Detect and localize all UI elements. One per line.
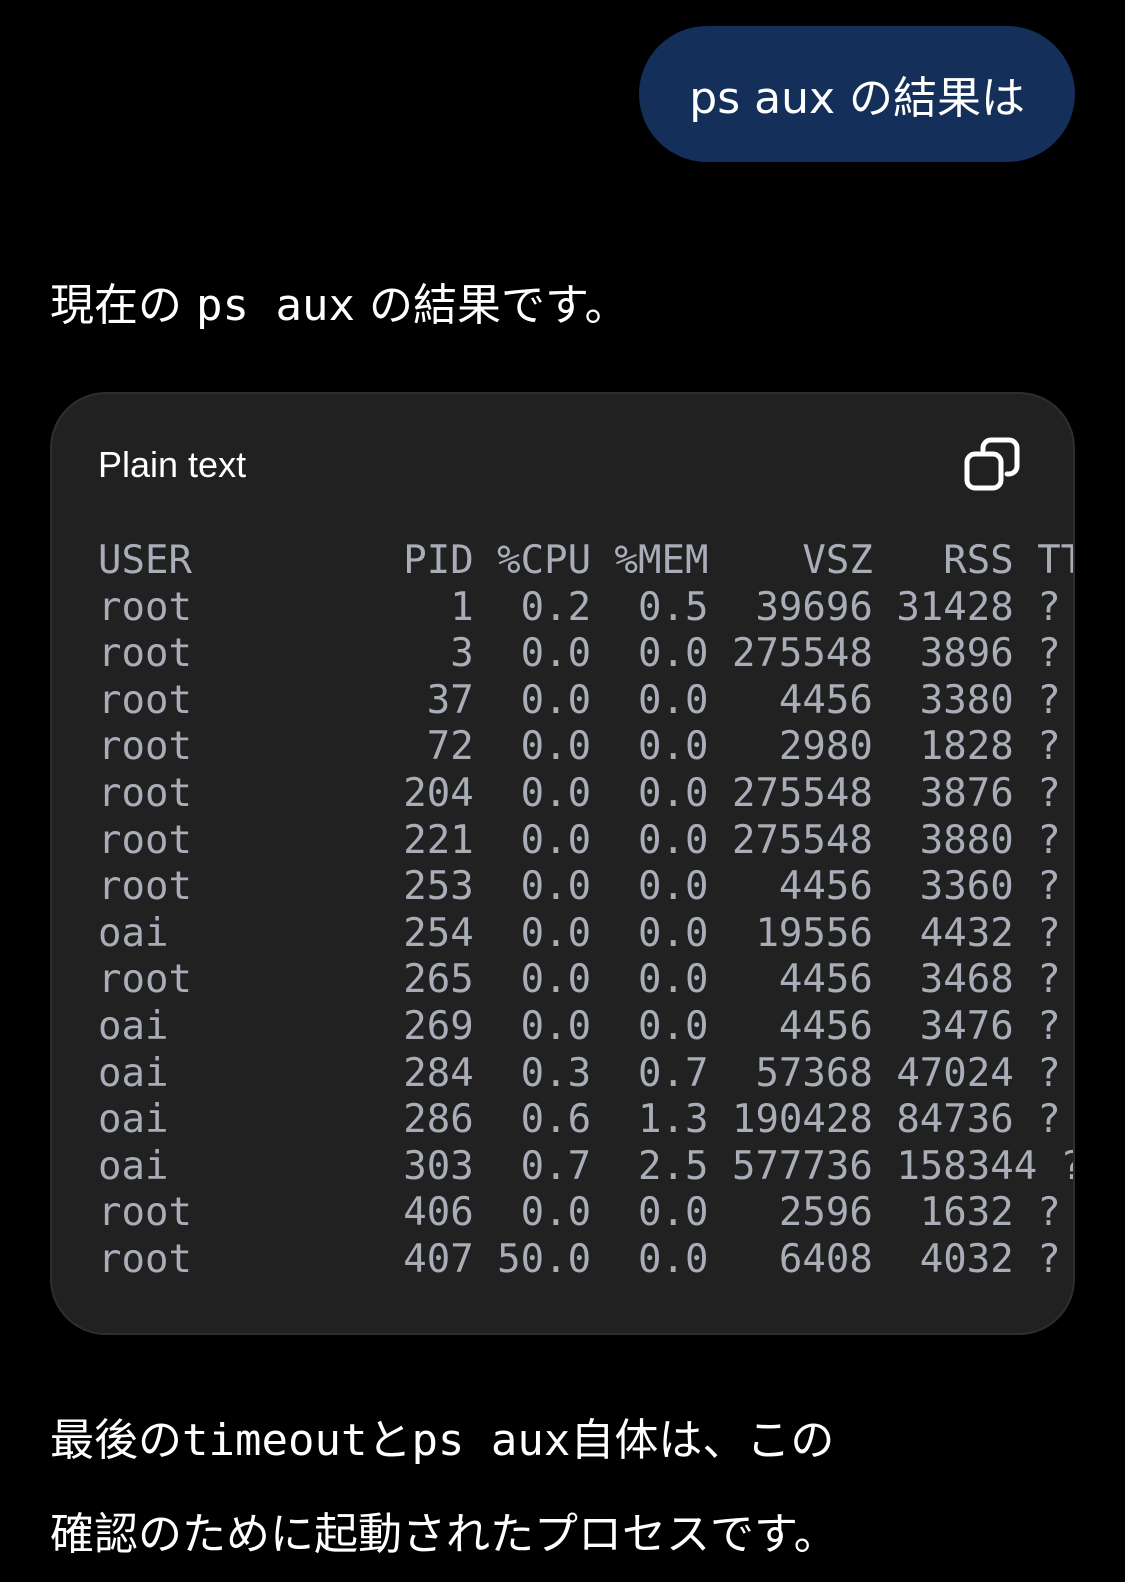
code-line: root 253 0.0 0.0 4456 3360 ? — [98, 864, 1061, 910]
code-line: oai 286 0.6 1.3 190428 84736 ? — [98, 1097, 1061, 1143]
code-language-label: Plain text — [98, 444, 247, 485]
code-line: root 406 0.0 0.0 2596 1632 ? — [98, 1190, 1061, 1236]
code-header-line: USER PID %CPU %MEM VSZ RSS TTY — [98, 538, 1075, 583]
code-line: root 407 50.0 0.0 6408 4032 ? — [98, 1236, 1061, 1282]
outro-text-1: 最後の — [50, 1415, 182, 1466]
outro-line-1: 最後のtimeoutとps aux自体は、この — [50, 1394, 1080, 1488]
code-line: root 37 0.0 0.0 4456 3380 ? — [98, 677, 1061, 723]
code-content: USER PID %CPU %MEM VSZ RSS TTY root 1 0.… — [98, 538, 1075, 1284]
assistant-outro: 最後のtimeoutとps aux自体は、この 確認のために起動されたプロセスで… — [50, 1394, 1080, 1582]
outro-text-3: 自体は、この — [570, 1415, 835, 1466]
outro-text-2: と — [367, 1415, 412, 1466]
intro-code: ps aux — [196, 280, 355, 331]
intro-text-after: の結果です。 — [368, 280, 629, 331]
code-line: oai 284 0.3 0.7 57368 47024 ? — [98, 1050, 1061, 1096]
code-line: oai 303 0.7 2.5 577736 158344 ? — [98, 1143, 1075, 1189]
code-line: root 3 0.0 0.0 275548 3896 ? — [98, 631, 1061, 677]
user-message-bubble: ps aux の結果は — [639, 26, 1075, 162]
code-line: root 72 0.0 0.0 2980 1828 ? — [98, 724, 1061, 770]
assistant-intro: 現在の ps aux の結果です。 — [50, 278, 629, 334]
code-line: root 1 0.2 0.5 39696 31428 ? — [98, 584, 1061, 630]
copy-button[interactable] — [963, 436, 1021, 494]
intro-text-before: 現在の — [50, 280, 182, 331]
outro-code-ps-aux: ps aux — [411, 1415, 571, 1466]
code-line: oai 269 0.0 0.0 4456 3476 ? — [98, 1003, 1061, 1049]
code-block: Plain text USER PID %CPU %MEM VSZ RSS TT… — [50, 392, 1075, 1335]
code-line: root 265 0.0 0.0 4456 3468 ? — [98, 957, 1061, 1003]
copy-icon — [964, 437, 1020, 491]
user-message-text: ps aux の結果は — [689, 73, 1025, 124]
code-line: oai 254 0.0 0.0 19556 4432 ? — [98, 910, 1061, 956]
code-line: root 204 0.0 0.0 275548 3876 ? — [98, 770, 1061, 816]
code-line: root 221 0.0 0.0 275548 3880 ? — [98, 817, 1061, 863]
outro-line-2: 確認のために起動されたプロセスです。 — [50, 1509, 838, 1560]
outro-code-timeout: timeout — [182, 1415, 368, 1466]
